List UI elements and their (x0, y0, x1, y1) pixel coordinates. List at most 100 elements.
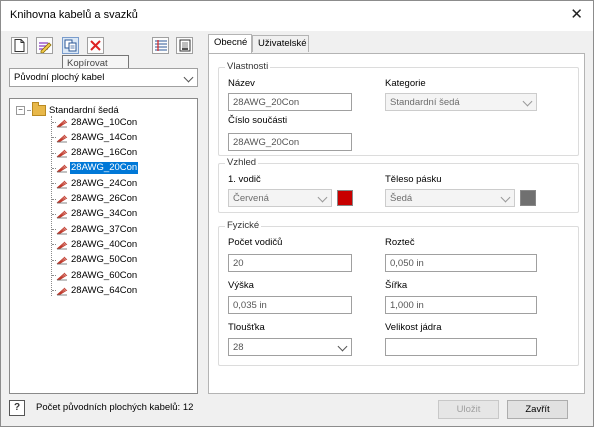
tree-item-label: 28AWG_24Con (71, 177, 138, 189)
folder-icon (32, 101, 46, 116)
tree-item[interactable]: 28AWG_64Con (52, 284, 138, 297)
tree-item[interactable]: 28AWG_40Con (52, 238, 138, 251)
tree-item[interactable]: 28AWG_20Con (52, 162, 139, 175)
part-number-field[interactable]: 28AWG_20Con (228, 133, 352, 151)
physical-group: Fyzické Počet vodičů 20 Rozteč 0,050 in … (218, 220, 579, 366)
copy-icon (64, 39, 77, 52)
tree-item-label: 28AWG_64Con (71, 284, 138, 296)
export-button[interactable] (176, 37, 193, 54)
edit-button[interactable] (36, 37, 53, 54)
name-field[interactable]: 28AWG_20Con (228, 93, 352, 111)
pitch-field[interactable]: 0,050 in (385, 254, 537, 272)
name-label: Název (228, 78, 255, 89)
cable-tree[interactable]: − Standardní šedá 28AWG_10Con 28AWG_14Con… (9, 98, 198, 394)
tree-item-label: 28AWG_16Con (71, 147, 138, 159)
tree-item-label: 28AWG_26Con (71, 193, 138, 204)
flat-cable-icon (56, 149, 68, 158)
status-text: Počet původních plochých kabelů: 12 (36, 402, 194, 413)
new-button[interactable] (11, 37, 28, 54)
flat-cable-icon (56, 210, 68, 219)
tree-item[interactable]: 28AWG_37Con (52, 223, 138, 236)
delete-button[interactable] (87, 37, 104, 54)
tree-item[interactable]: 28AWG_60Con (52, 269, 138, 282)
conductor1-label: 1. vodič (228, 174, 261, 185)
chevron-down-icon (522, 96, 533, 107)
import-icon (154, 40, 167, 51)
width-field[interactable]: 1,000 in (385, 296, 537, 314)
flat-cable-icon (56, 241, 68, 250)
flat-cable-icon (56, 287, 68, 296)
tab-custom[interactable]: Uživatelské (252, 35, 309, 52)
tree-item-label: 28AWG_50Con (71, 254, 138, 266)
appearance-group: Vzhled 1. vodič Červená Těleso pásku Šed… (218, 157, 579, 213)
properties-group: Vlastnosti Název 28AWG_20Con Kategorie S… (218, 61, 579, 156)
core-size-label: Velikost jádra (385, 322, 442, 333)
tape-body-color-select[interactable]: Šedá (385, 189, 515, 207)
tree-item-label: 28AWG_14Con (71, 131, 138, 143)
category-select[interactable]: Standardní šedá (385, 93, 537, 111)
tree-item[interactable]: 28AWG_34Con (52, 208, 138, 221)
new-icon (14, 39, 25, 52)
flat-cable-icon (56, 256, 68, 265)
window-title: Knihovna kabelů a svazků (10, 9, 138, 21)
import-button[interactable] (152, 37, 169, 54)
conductor1-color-select[interactable]: Červená (228, 189, 332, 207)
flat-cable-icon (56, 272, 68, 280)
tree-item[interactable]: 28AWG_24Con (52, 177, 138, 190)
flat-cable-icon (56, 119, 68, 127)
help-button[interactable]: ? (9, 400, 25, 416)
height-label: Výška (228, 280, 254, 291)
chevron-down-icon (183, 72, 194, 82)
copy-button[interactable] (62, 37, 79, 54)
flat-cable-icon (56, 180, 68, 189)
thickness-label: Tloušťka (228, 322, 265, 333)
category-label: Kategorie (385, 78, 426, 89)
part-number-label: Číslo součásti (228, 115, 288, 126)
tree-root[interactable]: − Standardní šedá (16, 101, 119, 117)
collapse-icon[interactable]: − (16, 105, 25, 115)
general-tab-panel: Vlastnosti Název 28AWG_20Con Kategorie S… (208, 53, 585, 394)
tree-item-label: 28AWG_10Con (71, 116, 138, 128)
tree-item[interactable]: 28AWG_10Con (52, 116, 138, 129)
save-button[interactable]: Uložit (438, 400, 499, 419)
close-window-button[interactable]: ✕ (570, 7, 583, 22)
chevron-down-icon (337, 341, 348, 352)
thickness-select[interactable]: 28 (228, 338, 352, 356)
appearance-group-title: Vzhled (225, 157, 259, 168)
physical-group-title: Fyzické (225, 220, 262, 231)
title-bar: Knihovna kabelů a svazků ✕ (1, 1, 593, 31)
tape-body-label: Těleso pásku (385, 174, 442, 185)
chevron-down-icon (317, 192, 328, 203)
tree-item[interactable]: 28AWG_14Con (52, 131, 138, 144)
delete-icon (90, 40, 101, 51)
flat-cable-icon (56, 165, 68, 173)
tree-item[interactable]: 28AWG_16Con (52, 147, 138, 160)
library-select[interactable]: Původní plochý kabel (9, 68, 198, 87)
export-icon (179, 39, 190, 52)
conductor-count-field[interactable]: 20 (228, 254, 352, 272)
chevron-down-icon (500, 192, 511, 203)
thickness-select-value: 28 (233, 341, 244, 353)
conductor1-color-swatch[interactable] (337, 190, 353, 206)
tree-item[interactable]: 28AWG_26Con (52, 193, 138, 206)
close-button[interactable]: Zavřít (507, 400, 568, 419)
category-select-value: Standardní šedá (390, 96, 460, 108)
edit-icon (38, 41, 52, 53)
library-select-value: Původní plochý kabel (14, 72, 105, 83)
height-field[interactable]: 0,035 in (228, 296, 352, 314)
tree-item-label: 28AWG_20Con (70, 162, 139, 175)
flat-cable-icon (56, 195, 68, 204)
tree-item-label: 28AWG_40Con (71, 238, 138, 250)
tab-general[interactable]: Obecné (208, 34, 252, 53)
width-label: Šířka (385, 280, 408, 291)
flat-cable-icon (56, 226, 68, 234)
flat-cable-icon (56, 134, 68, 143)
tree-item[interactable]: 28AWG_50Con (52, 254, 138, 267)
tree-item-label: 28AWG_37Con (71, 223, 138, 235)
core-size-field[interactable] (385, 338, 537, 356)
conductor1-color-value: Červená (233, 192, 269, 204)
tree-root-label: Standardní šedá (49, 104, 119, 116)
tape-body-color-swatch[interactable] (520, 190, 536, 206)
properties-group-title: Vlastnosti (225, 61, 271, 72)
tape-body-color-value: Šedá (390, 192, 413, 204)
